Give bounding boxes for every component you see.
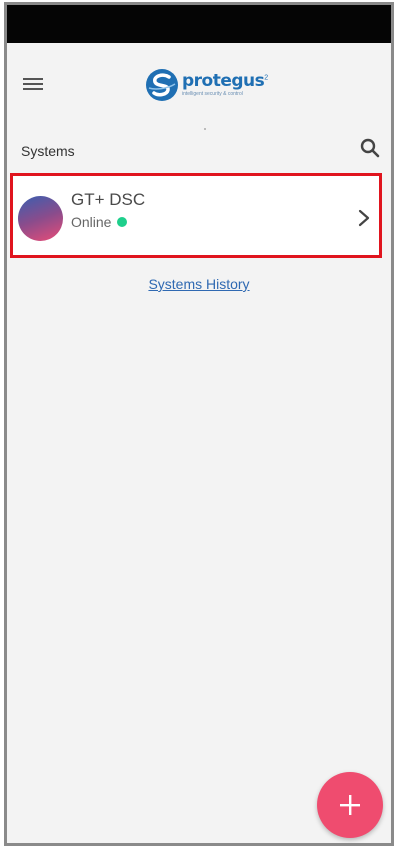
logo-tagline: intelligent security & control	[182, 91, 243, 97]
protegus-logo: protegus2 intelligent security & control	[145, 65, 268, 105]
system-avatar	[18, 196, 63, 241]
hamburger-menu-icon[interactable]	[22, 75, 44, 93]
logo-wordmark: protegus	[182, 71, 265, 91]
system-status: Online	[71, 214, 128, 230]
app-header: protegus2 intelligent security & control	[7, 43, 391, 103]
chevron-right-icon[interactable]	[357, 208, 371, 228]
add-system-button[interactable]	[317, 772, 383, 838]
logo-superscript: 2	[264, 74, 269, 82]
decorative-dot	[204, 128, 206, 130]
protegus-logo-icon	[146, 69, 178, 101]
online-dot-icon	[117, 217, 128, 227]
system-list-item[interactable]: GT+ DSC Online	[10, 173, 382, 258]
systems-section-header: Systems	[7, 135, 391, 165]
system-name: GT+ DSC	[71, 190, 146, 209]
system-status-text: Online	[71, 214, 112, 230]
search-icon[interactable]	[359, 137, 381, 159]
phone-screen: protegus2 intelligent security & control…	[4, 2, 394, 846]
systems-title: Systems	[21, 143, 75, 159]
systems-history-link[interactable]: Systems History	[7, 276, 391, 292]
status-bar	[7, 5, 391, 43]
plus-icon	[340, 795, 360, 815]
